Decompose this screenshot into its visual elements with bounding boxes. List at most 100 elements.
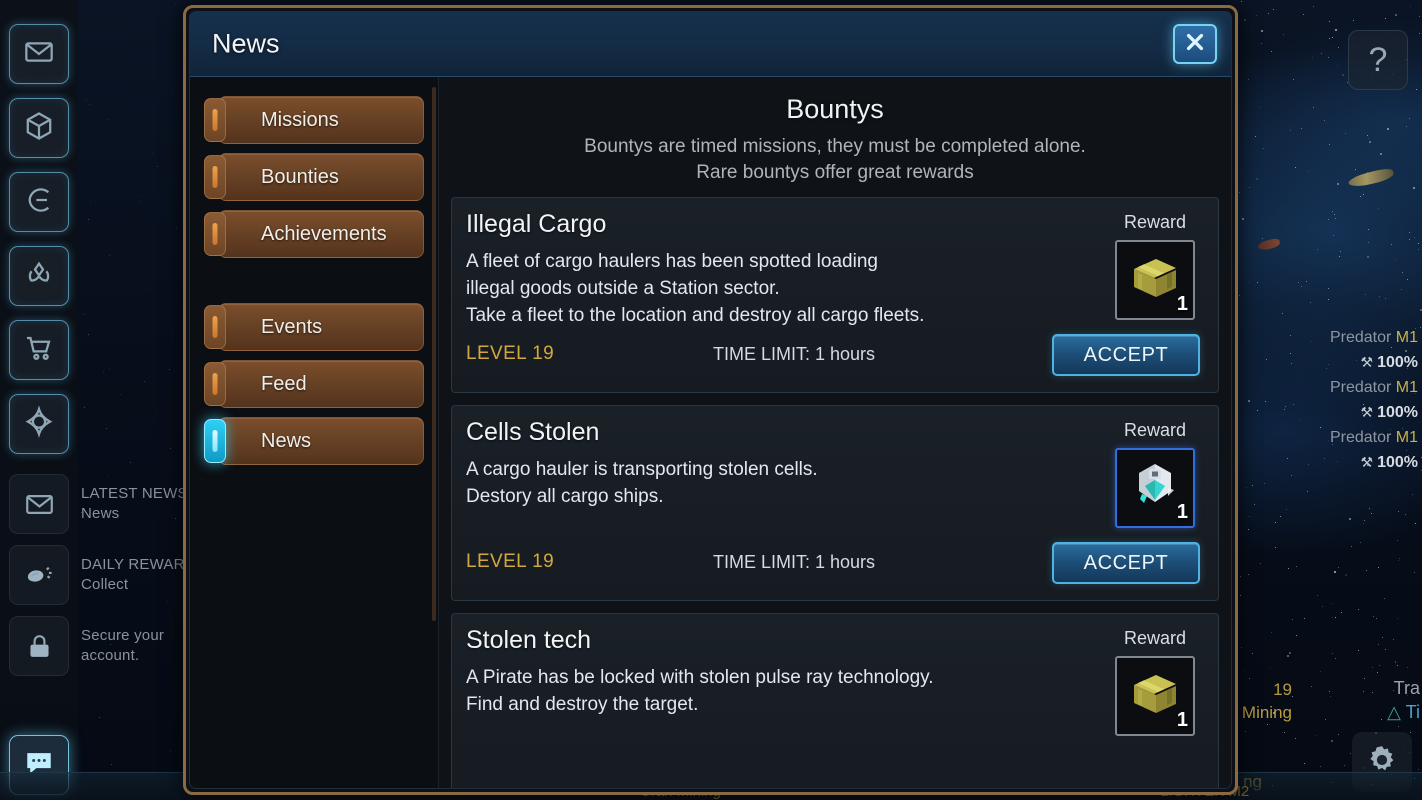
mail-icon	[9, 474, 69, 534]
bounty-description: A cargo hauler is transporting stolen ce…	[466, 456, 1066, 510]
sidebar-item-label: Bounties	[261, 165, 339, 188]
sidebar-item-bounties[interactable]: Bounties	[204, 153, 424, 201]
reward-quantity: 1	[1176, 709, 1188, 731]
bounty-card[interactable]: Illegal Cargo A fleet of cargo haulers h…	[451, 197, 1219, 393]
desc-line: Find and destroy the target.	[466, 694, 699, 715]
dialog-main-panel: Bountys Bountys are timed missions, they…	[439, 77, 1231, 788]
nav-tab-handle	[204, 419, 226, 463]
desc-line: A fleet of cargo haulers has been spotte…	[466, 251, 878, 272]
bounty-description: A Pirate has be locked with stolen pulse…	[466, 664, 1066, 718]
promo-title: DAILY REWARD	[81, 556, 191, 573]
bounty-level: LEVEL 19	[466, 551, 555, 572]
promo-daily-reward[interactable]: DAILY REWARD Collect	[9, 545, 191, 605]
dialog-title-bar: News	[190, 12, 1231, 77]
bounty-time-limit: TIME LIMIT: 1 hours	[713, 344, 876, 364]
nav-body: News	[218, 417, 424, 465]
hud-trade-sub: Ti	[1405, 702, 1420, 722]
wrench-icon: ⚒	[1360, 354, 1374, 370]
main-header: Bountys Bountys are timed missions, they…	[439, 77, 1231, 186]
hud-trade-label: Tra	[1393, 678, 1420, 698]
bounty-title: Illegal Cargo	[466, 210, 607, 238]
reward-quantity: 1	[1176, 293, 1188, 315]
nav-body: Feed	[218, 360, 424, 408]
fleet-row: Predator M1 ⚒ 100%	[1330, 375, 1418, 425]
bounty-level: LEVEL 19	[466, 343, 555, 364]
nav-tab-handle	[204, 98, 226, 142]
fleet-tier: M1	[1395, 429, 1418, 446]
sidebar-item-label: News	[261, 429, 312, 452]
reward-label: Reward	[1123, 628, 1187, 648]
nav-body: Events	[218, 303, 424, 351]
reward-box: Reward 1	[1110, 628, 1200, 736]
rail-button-navigation[interactable]	[9, 394, 69, 454]
reward-box: Reward 1	[1110, 212, 1200, 320]
reward-box: Reward 1	[1110, 420, 1200, 528]
accept-button[interactable]: ACCEPT	[1052, 542, 1200, 584]
page-subtitle-line1: Bountys are timed missions, they must be…	[584, 136, 1086, 157]
bounty-list: Illegal Cargo A fleet of cargo haulers h…	[439, 197, 1231, 788]
cell-module-icon	[1139, 464, 1174, 504]
nav-body: Bounties	[218, 153, 424, 201]
gift-icon	[9, 545, 69, 605]
fleet-name: Predator	[1329, 329, 1392, 346]
bounty-card[interactable]: Cells Stolen A cargo hauler is transport…	[451, 405, 1219, 601]
sidebar-item-events[interactable]: Events	[204, 303, 424, 351]
bounty-time-limit: TIME LIMIT: 1 hours	[713, 552, 876, 572]
rail-button-inventory[interactable]	[9, 98, 69, 158]
promo-subtitle: News	[81, 505, 120, 522]
desc-line: Destory all cargo ships.	[466, 486, 664, 507]
fleet-row: Predator M1 ⚒ 100%	[1330, 425, 1418, 475]
letter-c-icon	[23, 184, 55, 221]
page-subtitle: Bountys are timed missions, they must be…	[459, 134, 1211, 186]
hud-trade: Tra △ Ti	[1387, 676, 1420, 724]
nav-tab-handle	[204, 212, 226, 256]
nav-body: Achievements	[218, 210, 424, 258]
sidebar-scrollbar[interactable]	[432, 87, 436, 772]
sidebar-item-missions[interactable]: Missions	[204, 96, 424, 144]
reward-slot[interactable]: 1	[1115, 240, 1195, 320]
sidebar-item-label: Feed	[261, 372, 307, 395]
lock-icon	[9, 616, 69, 676]
sidebar-item-news[interactable]: News	[204, 417, 424, 465]
accept-button[interactable]: ACCEPT	[1052, 334, 1200, 376]
sidebar-item-label: Events	[261, 315, 323, 338]
reward-slot[interactable]: 1	[1115, 448, 1195, 528]
promo-secure-account[interactable]: Secure your account.	[9, 616, 191, 676]
cube-icon	[23, 110, 55, 147]
news-dialog: News Missions Bounties Achievements Even…	[183, 5, 1238, 795]
dialog-inner: News Missions Bounties Achievements Even…	[189, 11, 1232, 789]
nav-tab-handle	[204, 362, 226, 406]
fleet-row: Predator M1 ⚒ 100%	[1330, 325, 1418, 375]
desc-line: illegal goods outside a Station sector.	[466, 278, 780, 299]
sidebar-item-label: Achievements	[261, 222, 387, 245]
rail-button-rankings[interactable]	[9, 246, 69, 306]
bounty-description: A fleet of cargo haulers has been spotte…	[466, 248, 1066, 329]
bounty-card[interactable]: Stolen tech A Pirate has be locked with …	[451, 613, 1219, 788]
close-button[interactable]	[1173, 24, 1217, 64]
wrench-icon: ⚒	[1360, 404, 1374, 420]
promo-latest-news[interactable]: LATEST NEWS News	[9, 474, 191, 534]
fleet-tier: M1	[1395, 329, 1418, 346]
station-icon: △	[1387, 702, 1401, 722]
fleet-status-list: Predator M1 ⚒ 100% Predator M1 ⚒ 100% Pred…	[1330, 325, 1418, 475]
mail-icon	[23, 36, 55, 73]
sidebar-item-feed[interactable]: Feed	[204, 360, 424, 408]
help-button[interactable]: ?	[1348, 30, 1408, 90]
fleet-health: 100%	[1377, 404, 1418, 421]
hud-activity: Mining	[1241, 703, 1292, 722]
wrench-icon: ⚒	[1360, 454, 1374, 470]
compass-icon	[23, 404, 55, 443]
rail-button-corporation[interactable]	[9, 172, 69, 232]
fleet-health: 100%	[1377, 354, 1418, 371]
fleet-health: 100%	[1377, 454, 1418, 471]
close-icon	[1184, 31, 1206, 58]
promo-title: Secure your	[81, 627, 165, 644]
sidebar-item-achievements[interactable]: Achievements	[204, 210, 424, 258]
rail-button-mail[interactable]	[9, 24, 69, 84]
desc-line: A cargo hauler is transporting stolen ce…	[466, 459, 818, 480]
rail-button-shop[interactable]	[9, 320, 69, 380]
page-title: Bountys	[786, 94, 884, 124]
laurel-icon	[23, 258, 55, 295]
reward-slot[interactable]: 1	[1115, 656, 1195, 736]
